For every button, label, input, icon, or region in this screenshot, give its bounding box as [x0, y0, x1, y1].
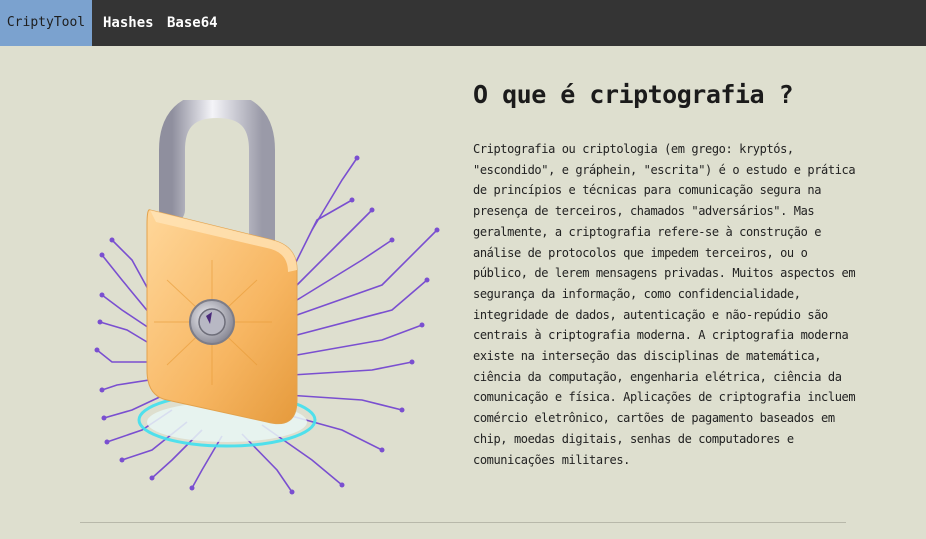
description-text: Criptografia ou criptologia (em grego: k…: [473, 142, 856, 467]
brand-link[interactable]: CriptyTool: [0, 0, 92, 46]
page-title: O que é criptografia ?: [473, 80, 794, 109]
nav-link-base64[interactable]: Base64: [167, 0, 218, 46]
divider: [80, 522, 846, 523]
nav-link-hashes[interactable]: Hashes: [103, 0, 154, 46]
navbar: CriptyTool Hashes Base64: [0, 0, 926, 46]
padlock-icon: [94, 91, 440, 495]
padlock-circuit-illustration: [92, 91, 442, 500]
